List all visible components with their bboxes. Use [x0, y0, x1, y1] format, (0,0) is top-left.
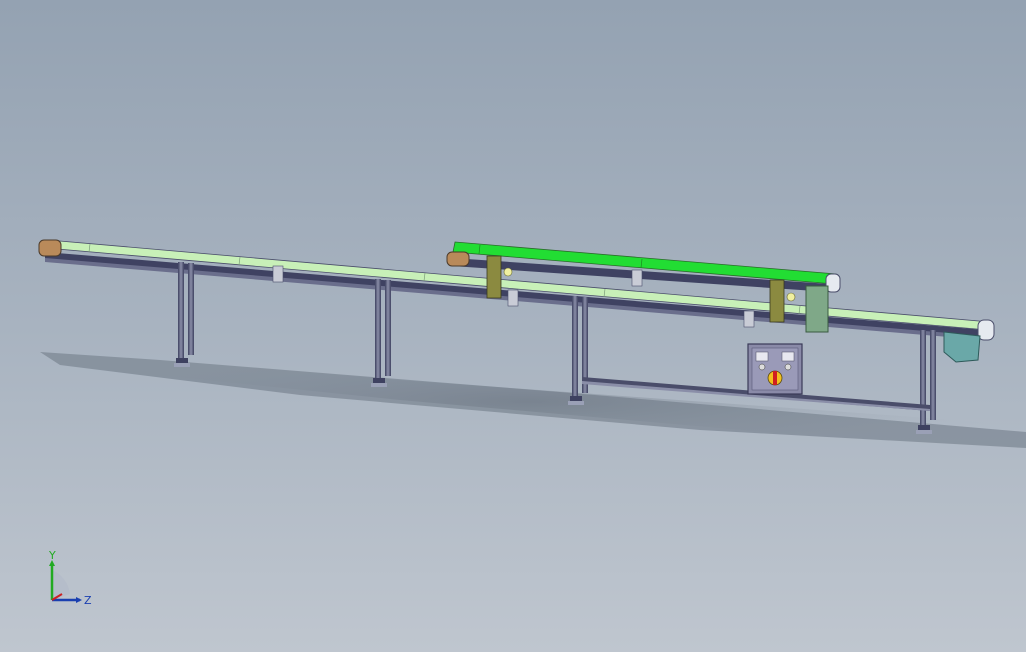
mount-post	[486, 255, 502, 299]
graphics-viewport[interactable]: Y Z	[0, 0, 1026, 652]
leg-2	[371, 279, 391, 387]
leg-3	[568, 296, 588, 405]
y-axis-label: Y	[48, 550, 56, 562]
motor-bracket-plate	[943, 331, 981, 363]
indicator-right-icon	[784, 363, 792, 371]
conveyor-model[interactable]	[0, 0, 1026, 652]
control-box-label-right	[781, 351, 795, 362]
frame-bracket	[743, 310, 755, 328]
indicator-left-icon	[758, 363, 766, 371]
control-box-label-left	[755, 351, 769, 362]
end-guard	[805, 285, 829, 333]
long-conveyor-left-pulley	[38, 239, 62, 257]
frame-bracket	[507, 289, 519, 307]
z-axis-label: Z	[84, 594, 92, 607]
frame-bracket	[272, 265, 284, 283]
control-box[interactable]	[747, 343, 803, 395]
frame-bracket	[631, 269, 643, 287]
mount-post	[769, 279, 785, 323]
short-conveyor-left-pulley	[446, 251, 470, 267]
view-orientation-triad[interactable]: Y Z	[40, 550, 100, 610]
leg-1	[174, 262, 194, 367]
